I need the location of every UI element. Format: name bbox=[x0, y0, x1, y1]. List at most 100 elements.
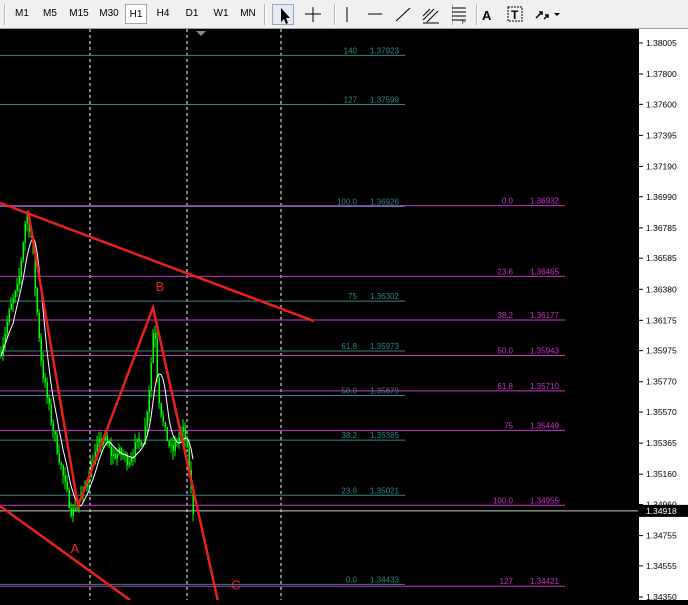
candle-body bbox=[24, 223, 26, 243]
fib2-level-percent: 0.0 bbox=[502, 197, 514, 206]
trendline-tool-button[interactable] bbox=[392, 4, 414, 25]
fib1-level-percent: 61.8 bbox=[341, 342, 357, 351]
candle-body bbox=[74, 508, 76, 510]
candle-body bbox=[166, 427, 168, 442]
fib2-level-price: 1.36177 bbox=[530, 311, 559, 320]
svg-text:F: F bbox=[462, 20, 466, 25]
equidistant-channel-icon bbox=[422, 8, 439, 24]
toolbar-separator bbox=[4, 4, 6, 25]
candle-body bbox=[164, 422, 166, 428]
fib2-level-price: 1.36932 bbox=[530, 197, 559, 206]
cursor-arrow-tool-button[interactable] bbox=[272, 4, 294, 25]
fib2-level-price: 1.34421 bbox=[530, 577, 559, 586]
candle-body bbox=[14, 291, 16, 299]
crosshair-icon bbox=[305, 7, 321, 22]
candle-body bbox=[136, 438, 138, 443]
candle-body bbox=[148, 390, 150, 412]
candle-body bbox=[58, 453, 60, 463]
horizontal-line-tool-button[interactable] bbox=[364, 4, 386, 25]
price-axis-label: 1.35975 bbox=[646, 346, 677, 356]
vertical-line-tool-button[interactable] bbox=[336, 4, 358, 25]
trendline-icon bbox=[395, 7, 411, 22]
candle-body bbox=[146, 411, 148, 427]
candle-body bbox=[162, 415, 164, 423]
horizontal-line-icon bbox=[368, 13, 382, 15]
candle-body bbox=[48, 397, 50, 405]
candle-body bbox=[108, 443, 110, 447]
candle-body bbox=[6, 322, 8, 334]
timeframe-m30-button[interactable]: M30 bbox=[94, 4, 124, 24]
price-axis-label: 1.37800 bbox=[646, 69, 677, 79]
fib1-level-percent: 75 bbox=[348, 292, 357, 301]
fib1-level-percent: 140 bbox=[344, 46, 358, 55]
timeframe-m5-button[interactable]: M5 bbox=[37, 4, 63, 24]
candle-body bbox=[44, 378, 46, 383]
toolbar-separator bbox=[264, 4, 266, 25]
timeframe-h4-button[interactable]: H4 bbox=[150, 4, 176, 24]
candle-body bbox=[10, 303, 12, 310]
candle-body bbox=[36, 288, 38, 313]
candle-body bbox=[158, 377, 160, 404]
crosshair-tool-button[interactable] bbox=[302, 4, 324, 25]
fib1-level-price: 1.35973 bbox=[370, 342, 399, 351]
candle-body bbox=[64, 475, 66, 482]
candle-body bbox=[68, 489, 70, 509]
candle-body bbox=[152, 332, 154, 363]
price-axis-label: 1.35365 bbox=[646, 438, 677, 448]
text-label-tool-button[interactable]: T bbox=[504, 4, 526, 25]
cursor-arrow-icon bbox=[281, 8, 290, 24]
timeframe-m1-button[interactable]: M1 bbox=[9, 4, 35, 24]
candle-body bbox=[50, 404, 52, 423]
text-icon: A bbox=[482, 8, 492, 23]
timeframe-mn-button[interactable]: MN bbox=[236, 4, 260, 24]
price-axis-label: 1.34350 bbox=[646, 592, 677, 600]
candle-body bbox=[52, 422, 54, 432]
timeframe-m15-button[interactable]: M15 bbox=[65, 4, 93, 24]
price-axis-label: 1.35770 bbox=[646, 377, 677, 387]
price-axis-label: 1.36585 bbox=[646, 253, 677, 263]
fibonacci-retracement-icon: F bbox=[452, 7, 466, 25]
timeframe-d1-button[interactable]: D1 bbox=[179, 4, 205, 24]
fib2-level-percent: 61.8 bbox=[497, 382, 513, 391]
candle-body bbox=[20, 260, 22, 277]
candle-body bbox=[168, 441, 170, 446]
candle-body bbox=[16, 283, 18, 292]
arrows-dropdown-tool-button[interactable] bbox=[532, 4, 564, 25]
fib2-level-percent: 23.6 bbox=[497, 267, 513, 276]
equidistant-channel-tool-button[interactable] bbox=[420, 4, 442, 25]
fibonacci-retracement-tool-button[interactable]: F bbox=[448, 4, 470, 25]
candle-body bbox=[114, 454, 116, 459]
candle-body bbox=[130, 458, 132, 463]
fib2-level-price: 1.34955 bbox=[530, 496, 559, 505]
text-tool-button[interactable]: A bbox=[476, 4, 498, 25]
fib2-level-price: 1.35449 bbox=[530, 421, 559, 430]
label-tool-glyph: T bbox=[511, 8, 519, 22]
price-axis-label: 1.37600 bbox=[646, 99, 677, 109]
candle-body bbox=[12, 298, 14, 304]
wave-label-b: B bbox=[156, 279, 165, 294]
timeframe-h1-button[interactable]: H1 bbox=[125, 4, 147, 24]
candle-body bbox=[26, 217, 28, 224]
candle-body bbox=[22, 242, 24, 261]
price-axis-label: 1.37395 bbox=[646, 130, 677, 140]
fib1-level-price: 1.37923 bbox=[370, 46, 399, 55]
price-chart[interactable]: 140 1.37923127 1.37599100.0 1.3692675 1.3630… bbox=[0, 29, 638, 600]
candle-body bbox=[42, 360, 44, 379]
candle-body bbox=[112, 454, 114, 457]
price-axis: 1.38005 1.37800 1.37600 1.37395 1.37190 1.369… bbox=[638, 29, 688, 602]
price-axis-scale: 1.38005 1.37800 1.37600 1.37395 1.37190 1.369… bbox=[639, 38, 688, 602]
fib2-level-percent: 127 bbox=[500, 577, 514, 586]
candle-body bbox=[98, 438, 100, 444]
fib1-level-price: 1.35385 bbox=[370, 431, 399, 440]
price-axis-label: 1.37190 bbox=[646, 161, 677, 171]
fib1-level-percent: 38.2 bbox=[341, 431, 357, 440]
candle-body bbox=[182, 426, 184, 433]
timeframe-w1-button[interactable]: W1 bbox=[208, 4, 234, 24]
fib2-level-percent: 38.2 bbox=[497, 311, 513, 320]
fib1-level-percent: 0.0 bbox=[346, 575, 358, 584]
price-axis-label: 1.35160 bbox=[646, 469, 677, 479]
candle-body bbox=[110, 446, 112, 457]
candle-body bbox=[134, 442, 136, 457]
candle-body bbox=[40, 338, 42, 361]
candle-body bbox=[56, 434, 58, 454]
